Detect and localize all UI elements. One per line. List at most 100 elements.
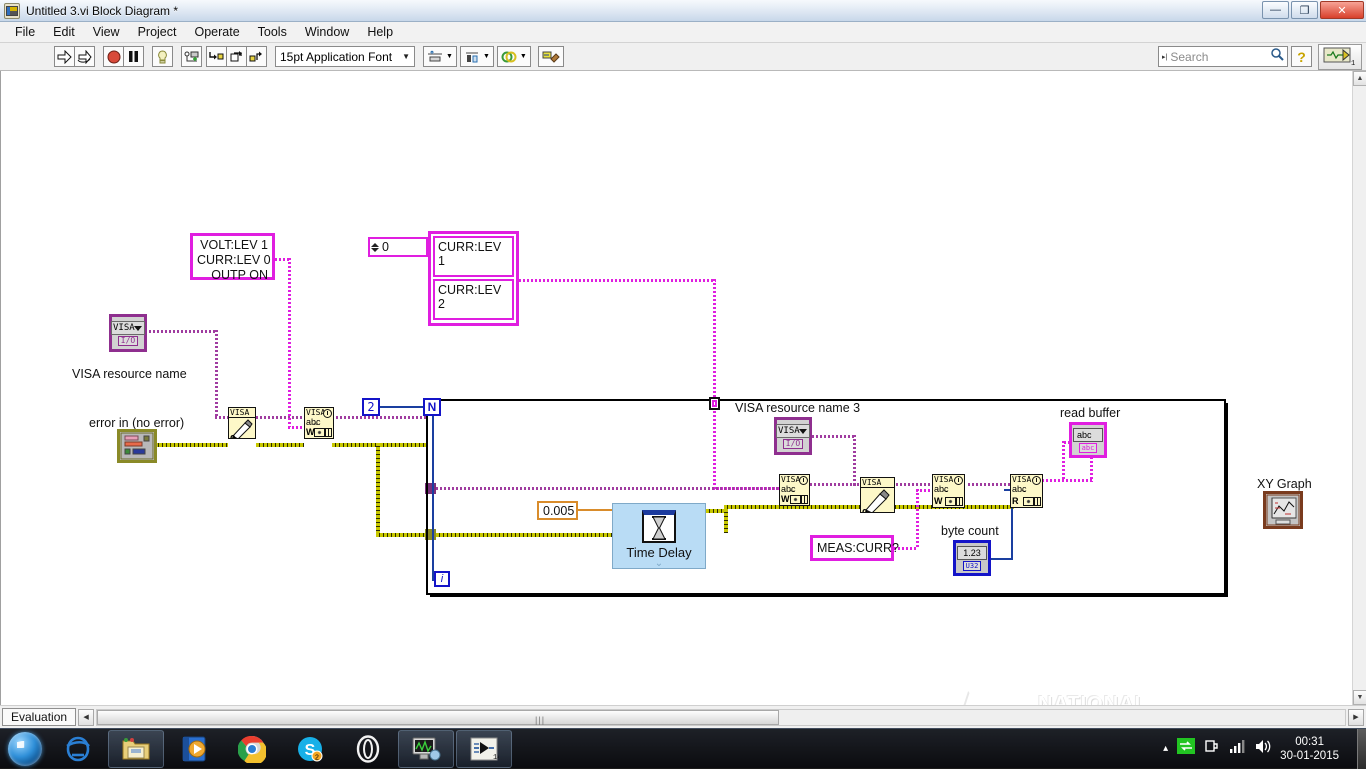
taskbar-clock[interactable]: 00:31 30-01-2015 bbox=[1280, 735, 1339, 763]
run-continuously-icon[interactable] bbox=[74, 46, 95, 67]
windows-explorer-icon[interactable] bbox=[108, 729, 164, 768]
status-and-hscroll: Evaluation ◀ ||| ▶ bbox=[0, 705, 1366, 728]
array-element-1[interactable]: CURR:LEV 1 bbox=[433, 236, 514, 277]
svg-text:1: 1 bbox=[1351, 60, 1355, 67]
byte-count-type-tag: U32 bbox=[962, 560, 982, 571]
step-out-icon[interactable] bbox=[246, 46, 267, 67]
visa-resource-name-3-terminal[interactable]: VISA I/O bbox=[774, 417, 812, 455]
write-letter-icon: W bbox=[934, 496, 943, 506]
vertical-scrollbar[interactable]: ▲ ▼ bbox=[1352, 71, 1366, 705]
menu-project[interactable]: Project bbox=[129, 23, 186, 41]
wire-error-branch-down bbox=[376, 443, 380, 533]
pause-icon[interactable] bbox=[123, 46, 144, 67]
visa-clear-node[interactable]: VISA 0 bbox=[860, 477, 895, 513]
visa-read-node[interactable]: VISA abc ~ R bbox=[1010, 474, 1043, 508]
labview-block-diagram-window: Untitled 3.vi Block Diagram * — ❐ ✕ File… bbox=[0, 0, 1366, 728]
block-diagram-canvas[interactable]: N i 2 0 CURR:LEV 1 CURR:LEV 2 VOLT:LEV 1… bbox=[0, 71, 1352, 705]
visa-write-node-2[interactable]: VISA abc ~ W bbox=[779, 474, 810, 506]
window-controls: — ❐ ✕ bbox=[1262, 1, 1364, 19]
context-help-icon[interactable]: ? bbox=[1291, 46, 1312, 67]
delay-seconds-constant[interactable]: 0.005 bbox=[537, 501, 578, 520]
wire-error-to-loop bbox=[332, 443, 428, 447]
labview-block-diagram-icon bbox=[4, 2, 20, 19]
step-into-icon[interactable] bbox=[206, 46, 227, 67]
chevron-down-icon[interactable]: ⌄ bbox=[655, 559, 663, 569]
ni-labview-icon[interactable]: 1 bbox=[1318, 44, 1362, 70]
buffer-icon bbox=[314, 428, 332, 437]
visa-open-node[interactable]: VISA 0 bbox=[228, 407, 256, 439]
wire-visa-resource bbox=[145, 330, 217, 333]
speaker-icon[interactable] bbox=[1254, 739, 1271, 759]
clock-date: 30-01-2015 bbox=[1280, 749, 1339, 762]
windows-media-player-icon[interactable] bbox=[166, 730, 222, 768]
network-icon[interactable] bbox=[1177, 738, 1196, 759]
error-in-terminal[interactable] bbox=[117, 429, 157, 463]
loop-count-constant[interactable]: 2 bbox=[362, 398, 380, 416]
wire-visa-resource-in bbox=[215, 416, 228, 419]
menu-help[interactable]: Help bbox=[358, 23, 402, 41]
scroll-up-icon[interactable]: ▲ bbox=[1353, 71, 1366, 86]
retain-wire-values-icon[interactable] bbox=[181, 46, 202, 67]
scroll-right-icon[interactable]: ▶ bbox=[1348, 708, 1364, 726]
power-plug-icon[interactable] bbox=[1204, 738, 1220, 759]
time-delay-node[interactable]: Time Delay ⌄ bbox=[612, 503, 706, 569]
opera-icon[interactable] bbox=[340, 730, 396, 768]
search-input[interactable]: ▸| Search bbox=[1158, 46, 1288, 67]
buffer-icon bbox=[945, 497, 963, 506]
byte-count-terminal[interactable]: 1.23 U32 bbox=[953, 540, 991, 576]
scroll-left-icon[interactable]: ◀ bbox=[78, 708, 95, 726]
align-objects-icon[interactable]: ▼ bbox=[423, 46, 457, 67]
reorder-icon[interactable]: ▼ bbox=[496, 46, 531, 67]
signal-bars-icon[interactable] bbox=[1229, 739, 1245, 758]
visa-write-node-1[interactable]: VISA abc ~ W bbox=[304, 407, 334, 439]
array-index-constant[interactable]: 0 bbox=[368, 237, 428, 257]
visa-resource-name-terminal[interactable]: VISA I/O bbox=[109, 314, 147, 352]
menu-view[interactable]: View bbox=[84, 23, 129, 41]
menu-file[interactable]: File bbox=[6, 23, 44, 41]
array-element-2[interactable]: CURR:LEV 2 bbox=[433, 279, 514, 320]
distribute-objects-icon[interactable]: ▼ bbox=[459, 46, 494, 67]
visa-terminal-text-3: VISA bbox=[776, 423, 810, 438]
ni-measurement-icon[interactable] bbox=[398, 729, 454, 768]
run-arrow-icon[interactable] bbox=[54, 46, 75, 67]
chevron-down-icon: ▼ bbox=[482, 53, 490, 60]
internet-explorer-icon[interactable] bbox=[50, 730, 106, 768]
step-over-icon[interactable] bbox=[226, 46, 247, 67]
skype-icon[interactable]: S 2 bbox=[282, 730, 338, 768]
windows-start-orb[interactable] bbox=[2, 730, 48, 768]
visa-write-node-3[interactable]: VISA abc ~ W bbox=[932, 474, 965, 508]
wire-visa-resource-v bbox=[215, 330, 218, 418]
show-desktop-button[interactable] bbox=[1357, 729, 1366, 769]
loop-tunnel-array[interactable] bbox=[709, 397, 720, 410]
spinner-icon[interactable] bbox=[371, 239, 380, 255]
close-button[interactable]: ✕ bbox=[1320, 1, 1364, 19]
loop-iteration-terminal[interactable]: i bbox=[434, 571, 450, 587]
buffer-icon bbox=[790, 495, 808, 504]
visa-resource-name-3-label: VISA resource name 3 bbox=[735, 401, 861, 415]
scroll-down-icon[interactable]: ▼ bbox=[1353, 690, 1366, 705]
read-buffer-terminal[interactable]: abc abc bbox=[1069, 422, 1107, 458]
labview-icon[interactable]: 14 bbox=[456, 729, 512, 768]
abort-execution-icon[interactable] bbox=[103, 46, 124, 67]
meas-curr-constant[interactable]: MEAS:CURR? bbox=[810, 535, 899, 561]
show-hidden-icons-icon[interactable]: ▴ bbox=[1163, 743, 1168, 754]
evaluation-tab[interactable]: Evaluation bbox=[2, 708, 77, 726]
string-array-constant[interactable]: CURR:LEV 1 CURR:LEV 2 bbox=[428, 231, 519, 326]
maximize-button[interactable]: ❐ bbox=[1291, 1, 1318, 19]
init-commands-constant[interactable]: VOLT:LEV 1 CURR:LEV 0 OUTP ON bbox=[190, 233, 275, 282]
xy-graph-terminal[interactable] bbox=[1263, 491, 1303, 529]
minimize-button[interactable]: — bbox=[1262, 1, 1289, 19]
menu-operate[interactable]: Operate bbox=[185, 23, 248, 41]
horizontal-scrollbar-track[interactable]: ||| bbox=[96, 708, 1346, 726]
menu-window[interactable]: Window bbox=[296, 23, 358, 41]
clean-up-diagram-icon[interactable] bbox=[537, 46, 564, 67]
loop-count-terminal[interactable]: N bbox=[423, 398, 441, 416]
google-chrome-icon[interactable] bbox=[224, 730, 280, 768]
horizontal-scrollbar-thumb[interactable] bbox=[97, 709, 780, 725]
visa-write3-label: VISA bbox=[934, 475, 954, 484]
highlight-execution-icon[interactable] bbox=[152, 46, 173, 67]
menu-edit[interactable]: Edit bbox=[44, 23, 84, 41]
menu-tools[interactable]: Tools bbox=[249, 23, 296, 41]
font-selector[interactable]: 15pt Application Font ▼ bbox=[275, 46, 415, 67]
search-area: ▸| Search ? bbox=[1158, 46, 1312, 67]
